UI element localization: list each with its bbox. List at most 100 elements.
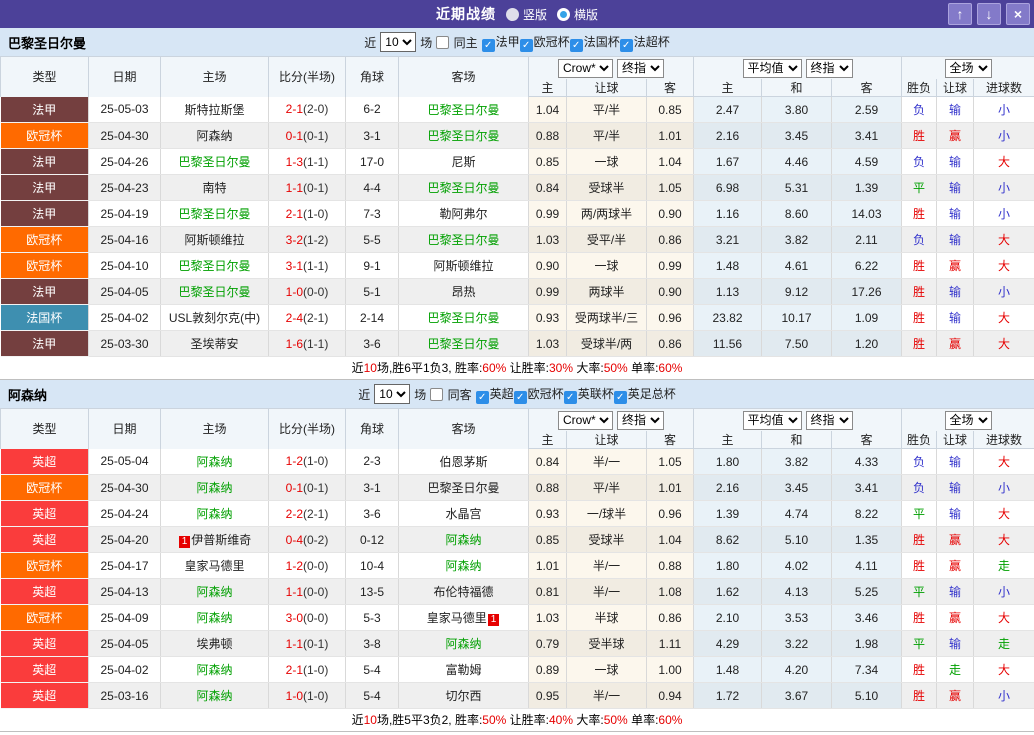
asia-home-odds-cell: 0.99 [528,278,567,305]
league-badge-cell: 欧冠杯 [0,552,89,579]
league-filter-法超杯[interactable]: ✓ 法超杯 [619,35,670,52]
summary-segment: 近 [351,713,364,727]
euro-odds-source-select[interactable]: 平均值 [742,410,802,430]
recent-results-panel: 近期战绩 竖版 横版 ↑ ↓ × 巴黎圣日尔曼 近 10 场 同主 ✓ 法甲 ✓… [0,0,1034,732]
score-cell: 3-0(0-0) [268,604,346,631]
league-badge-cell: 欧冠杯 [0,252,89,279]
asia-away-odds-cell: 0.99 [646,252,694,279]
league-badge-cell: 英超 [0,578,89,605]
date-cell: 25-04-13 [88,578,161,605]
asia-home-odds-cell: 0.85 [528,148,567,175]
red-card-badge: 1 [178,536,191,548]
euro-odds-index-select[interactable]: 终指 [805,58,853,78]
score-cell: 1-2(0-0) [268,552,346,579]
asia-odds-source-select[interactable]: Crow* [558,58,613,78]
away-team-name: 巴黎圣日尔曼 [427,102,500,117]
euro-odds-index-select[interactable]: 终指 [805,410,853,430]
goals-result-cell: 小 [973,682,1034,709]
away-team-cell: 勒阿弗尔 [398,200,529,227]
date-cell: 25-04-05 [88,630,161,657]
asia-home-odds-cell: 1.01 [528,552,567,579]
away-team-name: 切尔西 [445,689,482,703]
league-filters: ✓ 法甲 ✓ 欧冠杯 ✓ 法国杯 ✓ 法超杯 [481,33,670,52]
away-team-name: 富勒姆 [445,663,482,677]
euro-draw-odds-cell: 7.50 [761,330,832,357]
league-badge-cell: 欧冠杯 [0,474,89,501]
subheader-asia-home: 主 [528,431,567,449]
date-cell: 25-04-05 [88,278,161,305]
corner-cell: 5-4 [345,656,399,683]
corner-cell: 3-6 [345,500,399,527]
panel-title: 近期战绩 [435,6,496,22]
goals-result-cell: 小 [973,174,1034,201]
match-row: 法甲 25-03-30 圣埃蒂安 1-6(1-1) 3-6 巴黎圣日尔曼 1.03 受球半/两… [0,330,1034,357]
summary-line: 近10场,胜5平3负2, 胜率:50% 让胜率:40% 大率:50% 单率:60… [0,709,1034,732]
winlose-result-cell: 胜 [901,252,938,279]
score-cell: 0-1(0-1) [268,474,346,501]
same-venue-checkbox[interactable]: 同客 [430,386,472,403]
subheader-euro-home: 主 [693,431,762,449]
goals-result-cell: 大 [973,526,1034,553]
euro-home-odds-cell: 11.56 [693,330,762,357]
euro-away-odds-cell: 3.46 [831,604,903,631]
league-badge-cell: 英超 [0,656,89,683]
league-badge-cell: 法甲 [0,148,89,175]
score-cell: 3-2(1-2) [268,226,346,253]
radio-vertical-layout[interactable]: 竖版 [505,6,547,23]
radio-horizontal-layout[interactable]: 横版 [557,6,598,23]
asia-odds-source-select[interactable]: Crow* [558,410,613,430]
league-filter-英足总杯[interactable]: ✓ 英足总杯 [613,386,676,404]
checkbox-checked-icon: ✓ [563,390,577,404]
euro-draw-odds-cell: 5.31 [761,174,832,201]
scroll-up-button[interactable]: ↑ [948,3,972,25]
close-button[interactable]: × [1006,3,1030,25]
asia-home-odds-cell: 1.03 [528,226,567,253]
asia-odds-index-select[interactable]: 终指 [617,410,664,430]
league-filter-欧冠杯[interactable]: ✓ 欧冠杯 [519,35,570,52]
away-team-name: 皇家马德里 [426,611,487,625]
match-count-select[interactable]: 10 [374,384,411,404]
team-name: 阿森纳 [8,387,48,403]
corner-cell: 5-1 [345,278,399,305]
asia-home-odds-cell: 0.93 [528,304,567,331]
scroll-down-button[interactable]: ↓ [977,3,1001,25]
corner-cell: 2-14 [345,304,399,331]
same-venue-checkbox[interactable]: 同主 [436,34,478,51]
result-scope-select[interactable]: 全场 [944,410,992,430]
asia-odds-index-select[interactable]: 终指 [617,58,664,78]
fulltime-score: 0-4 [285,532,303,547]
near-label: 近 [364,35,377,50]
corner-cell: 6-2 [345,96,399,123]
league-filter-法甲[interactable]: ✓ 法甲 [481,35,520,52]
asia-home-odds-cell: 0.99 [528,200,567,227]
halftime-score: (1-0) [303,206,329,221]
home-team-name: 阿森纳 [196,611,233,625]
match-count-select[interactable]: 10 [380,32,417,52]
checkbox-checked-icon: ✓ [569,38,583,52]
league-filter-label: 英足总杯 [627,386,676,401]
corner-cell: 13-5 [345,578,399,605]
fulltime-score: 3-0 [285,610,303,625]
result-scope-select[interactable]: 全场 [944,58,992,78]
euro-odds-source-select[interactable]: 平均值 [742,58,802,78]
league-filter-欧冠杯[interactable]: ✓ 欧冠杯 [513,387,564,404]
handicap-result-cell: 赢 [936,122,975,149]
subheader-handicap-result: 让球 [936,79,975,97]
halftime-score: (0-0) [303,558,329,573]
score-cell: 2-2(2-1) [268,500,346,527]
red-card-badge: 1 [487,614,500,626]
league-filter-法国杯[interactable]: ✓ 法国杯 [569,35,620,52]
goals-result-cell: 小 [973,200,1034,227]
match-row: 法甲 25-04-19 巴黎圣日尔曼 2-1(1-0) 7-3 勒阿弗尔 0.99 两/两球半… [0,200,1034,227]
euro-away-odds-cell: 1.09 [831,304,903,331]
euro-away-odds-cell: 1.39 [831,174,903,201]
euro-home-odds-cell: 1.13 [693,278,762,305]
euro-away-odds-cell: 3.41 [831,122,903,149]
handicap-result-cell: 赢 [936,552,975,579]
league-filter-英超[interactable]: ✓ 英超 [475,387,514,404]
results-table: 类型 日期 主场 比分(半场) 角球 客场 Crow*终指 平均值终指 全场 [0,56,1034,357]
away-team-cell: 昂热 [398,278,529,305]
league-filter-英联杯[interactable]: ✓ 英联杯 [563,387,614,404]
asia-home-odds-cell: 0.88 [528,474,567,501]
away-team-name: 布伦特福德 [433,585,494,599]
